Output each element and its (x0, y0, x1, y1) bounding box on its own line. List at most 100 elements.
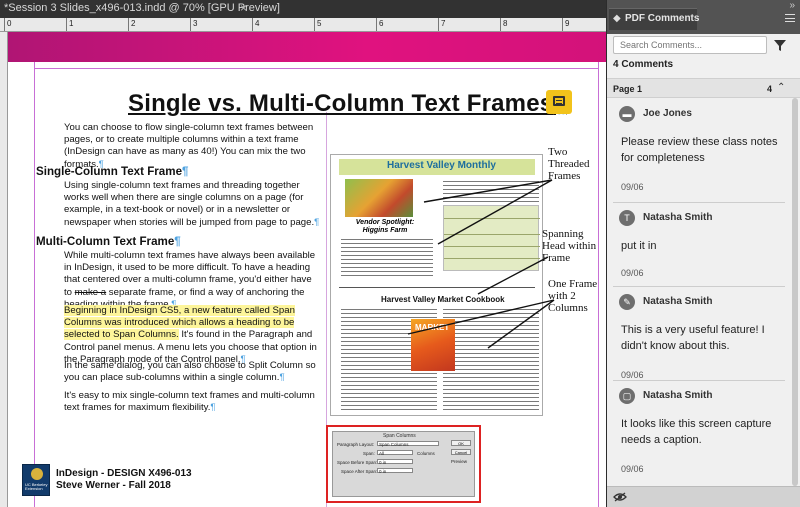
single-column-heading[interactable]: Single-Column Text Frame¶ (36, 165, 188, 178)
cookbook-cover-photo: MARKET (411, 319, 455, 371)
comment-badge-icon[interactable] (546, 90, 572, 114)
document-tab-title: *Session 3 Slides_x496-013.indd @ 70% [G… (4, 2, 280, 14)
pdf-comments-panel: » ◆ PDF Comments 4 Comments Page 1 4 ⌃ ▬… (606, 0, 800, 507)
dialog-label: Space After Span: (341, 469, 378, 474)
ruler-tick: 0 (4, 18, 11, 31)
page-group-header[interactable]: Page 1 4 ⌃ (607, 78, 800, 98)
margin-guide (34, 62, 35, 507)
callout-one-frame[interactable]: One Frame with 2 Columns (548, 278, 598, 314)
callout-threaded-frames[interactable]: Two Threaded Frames (548, 146, 598, 182)
produce-table (443, 205, 540, 271)
vendor-spotlight-head: Vendor Spotlight: Higgins Farm (355, 219, 415, 234)
newsletter-image[interactable]: Harvest Valley Monthly Vendor Spotlight:… (330, 154, 543, 416)
comment-author: Natasha Smith (643, 212, 713, 223)
comment-text: It looks like this screen capture needs … (621, 418, 772, 446)
ruler-tick: 4 (252, 18, 259, 31)
magenta-bleed-bar (8, 32, 606, 62)
rectangle-icon: ▢ (619, 388, 635, 404)
comment-author: Natasha Smith (643, 390, 713, 401)
footer-line-1: InDesign - DESIGN X496-013 (56, 468, 192, 479)
pencil-icon: ✎ (619, 294, 635, 310)
span-columns-dialog: Span Columns Paragraph Layout: Span Colu… (332, 431, 475, 497)
comment-divider (613, 380, 785, 381)
close-icon[interactable]: × (240, 1, 247, 15)
ruler-tick: 6 (376, 18, 383, 31)
comment-count: 4 Comments (613, 59, 674, 70)
ruler-tick: 2 (128, 18, 135, 31)
footer-line-2: Steve Werner - Fall 2018 (56, 480, 171, 491)
panel-collapse-icon[interactable]: » (789, 0, 795, 11)
comment-text: This is a very useful feature! I didn't … (621, 324, 765, 352)
panel-menu-icon[interactable] (785, 14, 795, 22)
ruler-tick: 3 (190, 18, 197, 31)
text-column (443, 179, 539, 203)
multi-column-paragraph[interactable]: While multi-column text frames have alwa… (64, 250, 320, 311)
vegetable-photo (345, 179, 413, 217)
footer-credit[interactable]: InDesign - DESIGN X496-013 Steve Werner … (56, 468, 192, 492)
chevron-up-icon[interactable]: ⌃ (777, 82, 785, 93)
text-insert-icon: T (619, 210, 635, 226)
page-group-label: Page 1 (613, 84, 643, 94)
ruler-tick: 1 (66, 18, 73, 31)
vertical-ruler[interactable] (0, 32, 8, 507)
span-columns-paragraph[interactable]: Beginning in InDesign CS5, a new feature… (64, 305, 320, 366)
panel-footer (607, 486, 800, 507)
panel-tab-label: PDF Comments (625, 13, 700, 24)
ruler-tick: 5 (314, 18, 321, 31)
multi-column-heading[interactable]: Multi-Column Text Frame¶ (36, 235, 181, 248)
paragraph-layout-select: Span Columns (377, 441, 439, 447)
tab-pdf-comments[interactable]: ◆ PDF Comments (609, 8, 700, 30)
margin-guide (34, 68, 598, 69)
comment-author: Joe Jones (643, 108, 692, 119)
intro-paragraph[interactable]: You can choose to flow single-column tex… (64, 122, 320, 171)
filter-icon[interactable] (773, 38, 787, 52)
comment-date: 09/06 (621, 464, 644, 474)
document-canvas[interactable]: Single vs. Multi-Column Text Frames¶ You… (8, 32, 606, 507)
indesign-window: *Session 3 Slides_x496-013.indd @ 70% [G… (0, 0, 800, 507)
comment-author: Natasha Smith (643, 296, 713, 307)
horizontal-ruler[interactable]: 0 1 2 3 4 5 6 7 8 9 (0, 18, 606, 32)
span-select: All (377, 450, 413, 456)
margin-guide (598, 62, 599, 507)
closing-paragraph[interactable]: It's easy to mix single-column text fram… (64, 390, 320, 414)
comment-text: put it in (621, 240, 657, 252)
split-column-paragraph[interactable]: In the same dialog, you can also choose … (64, 360, 320, 384)
search-comments-input[interactable] (613, 36, 767, 54)
text-column (341, 237, 433, 277)
page-title[interactable]: Single vs. Multi-Column Text Frames¶ (128, 90, 567, 118)
comment-icon: ▬ (619, 106, 635, 122)
comment-list[interactable]: ▬ Joe Jones Please review these class no… (607, 98, 800, 486)
dialog-label: Span: (363, 451, 375, 456)
ruler-tick: 7 (438, 18, 445, 31)
document-tab[interactable]: *Session 3 Slides_x496-013.indd @ 70% [G… (0, 0, 606, 18)
space-after-field: 0 in (377, 468, 413, 474)
chevron-double-icon: ◆ (613, 13, 621, 24)
span-columns-dialog-image[interactable]: Span Columns Paragraph Layout: Span Colu… (326, 425, 481, 503)
dialog-preview-checkbox: Preview (451, 459, 468, 464)
panel-body: 4 Comments Page 1 4 ⌃ ▬ Joe Jones Please… (607, 34, 800, 507)
page-group-count: 4 (767, 84, 773, 94)
comment-date: 09/06 (621, 370, 644, 380)
dialog-ok-button: OK (451, 440, 471, 446)
callout-spanning-head[interactable]: Spanning Head within Frame (542, 228, 602, 264)
panel-header: » ◆ PDF Comments (607, 0, 800, 34)
dialog-label: Columns (417, 451, 435, 456)
cookbook-heading: Harvest Valley Market Cookbook (381, 295, 505, 304)
comment-divider (613, 202, 785, 203)
dialog-label: Space Before Span: (337, 460, 378, 465)
single-column-paragraph[interactable]: Using single-column text frames and thre… (64, 180, 320, 229)
space-before-field: 0 in (377, 459, 413, 465)
dialog-cancel-button: Cancel (451, 449, 471, 455)
slide-page: Single vs. Multi-Column Text Frames¶ You… (8, 32, 606, 507)
divider (339, 287, 535, 288)
comment-divider (613, 286, 785, 287)
comment-list-scrollbar[interactable] (791, 98, 799, 486)
comment-text: Please review these class notes for comp… (621, 136, 778, 164)
ruler-tick: 9 (562, 18, 569, 31)
newsletter-masthead: Harvest Valley Monthly (339, 159, 535, 175)
comment-date: 09/06 (621, 268, 644, 278)
comment-date: 09/06 (621, 182, 644, 192)
uc-berkeley-extension-logo: UC Berkeley Extension (22, 464, 50, 496)
hide-comments-eye-icon[interactable] (613, 492, 627, 502)
ruler-tick: 8 (500, 18, 507, 31)
